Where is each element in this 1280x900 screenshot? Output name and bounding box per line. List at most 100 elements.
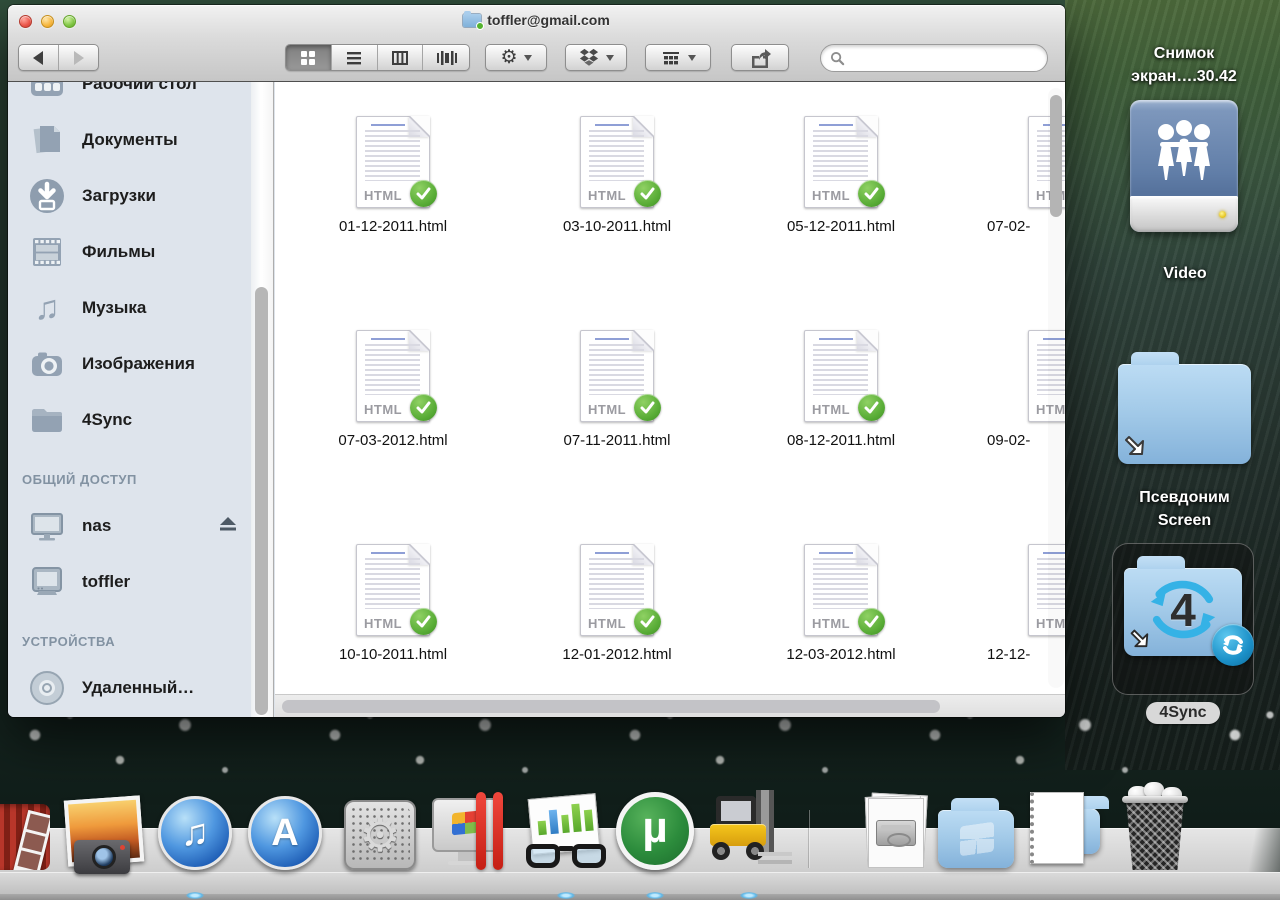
sidebar-item-downloads[interactable]: Загрузки	[8, 168, 251, 224]
sidebar-item-nas[interactable]: nas	[8, 498, 251, 554]
file-name: 07-03-2012.html	[281, 432, 505, 449]
hard-drive-icon	[876, 820, 916, 846]
sync-ok-badge	[858, 394, 885, 421]
blue-folder-icon	[1118, 364, 1251, 464]
file-item[interactable]: HTML 03-10-2011.html	[505, 116, 729, 238]
html-file-icon: HTML	[356, 544, 430, 636]
sidebar-label: nas	[82, 516, 111, 536]
horizontal-scrollbar-track[interactable]	[275, 694, 1065, 717]
sync-ok-badge	[634, 608, 661, 635]
forward-button[interactable]	[59, 45, 99, 70]
dock-windows-folder[interactable]	[938, 810, 1014, 870]
sidebar-label: Изображения	[82, 354, 195, 374]
column-view-button[interactable]	[378, 45, 424, 70]
sidebar-item-4sync[interactable]: 4Sync	[8, 392, 251, 448]
sync-badge-mini	[476, 22, 484, 30]
dock-performance-app[interactable]	[524, 796, 608, 870]
sidebar-item-movies[interactable]: Фильмы	[8, 224, 251, 280]
icon-view-button[interactable]	[286, 45, 332, 70]
sidebar-label: Загрузки	[82, 186, 156, 206]
sidebar-item-documents[interactable]: Документы	[8, 112, 251, 168]
running-indicator-utorrent	[646, 892, 664, 899]
file-browser-content: HTML 01-12-2011.html HTML 03-10-2011.htm…	[275, 82, 1065, 694]
sidebar-item-music[interactable]: ♫ Музыка	[8, 280, 251, 336]
dock-photo-booth[interactable]	[0, 804, 50, 870]
sidebar-scrollbar-track[interactable]	[251, 82, 274, 717]
file-name: 01-12-2011.html	[281, 218, 505, 235]
html-file-icon: HTML	[580, 544, 654, 636]
sidebar-scrollbar-thumb[interactable]	[255, 287, 268, 715]
photo-strip-icon	[12, 810, 50, 870]
disc-icon	[24, 665, 70, 711]
alias-label-line2: Screen	[1112, 509, 1257, 532]
search-input[interactable]	[850, 51, 1030, 66]
dock-trash-full[interactable]	[1116, 784, 1196, 874]
music-icon: ♫	[24, 285, 70, 331]
sidebar-item-pictures[interactable]: Изображения	[8, 336, 251, 392]
coverflow-view-button[interactable]	[423, 45, 469, 70]
dock-itunes[interactable]: ♫	[158, 796, 232, 870]
sidebar-label: Документы	[82, 130, 178, 150]
eject-button[interactable]	[219, 516, 237, 537]
back-button[interactable]	[19, 45, 59, 70]
file-item[interactable]: HTML 05-12-2011.html	[729, 116, 953, 238]
dock-stack-disk-docs[interactable]	[862, 794, 930, 870]
file-item[interactable]: HTML 12-01-2012.html	[505, 544, 729, 666]
desktop-icon-screen-alias[interactable]: Псевдоним Screen	[1112, 350, 1257, 532]
dock-stack-dropbox-doc[interactable]	[1028, 792, 1100, 870]
sidebar-item-toffler[interactable]: toffler	[8, 554, 251, 610]
dock-system-preferences[interactable]: ⚙	[344, 800, 416, 870]
drive-led	[1219, 211, 1226, 218]
chevron-down-icon	[688, 55, 696, 65]
search-field[interactable]	[820, 44, 1048, 72]
sidebar-section-devices: УСТРОЙСТВА	[22, 634, 251, 660]
dock-divider	[808, 810, 809, 868]
file-name: 12-01-2012.html	[505, 646, 729, 663]
html-file-icon: HTML	[580, 330, 654, 422]
sidebar-label: Музыка	[82, 298, 146, 318]
file-item[interactable]: HTML 01-12-2011.html	[281, 116, 505, 238]
desktop-icon-4sync[interactable]: 4 4Sync	[1112, 543, 1254, 724]
dock-iphoto[interactable]	[66, 798, 142, 870]
share-button[interactable]	[731, 44, 789, 71]
sidebar-label: toffler	[82, 572, 130, 592]
horizontal-scrollbar-thumb[interactable]	[282, 700, 940, 713]
dock-shelf-front	[0, 872, 1280, 894]
content-scrollbar-thumb[interactable]	[1050, 95, 1062, 217]
list-view-button[interactable]	[332, 45, 378, 70]
content-scrollbar-track[interactable]	[1048, 88, 1064, 688]
toolbar: ⚙	[8, 35, 1065, 82]
search-icon	[830, 51, 845, 66]
windows-logo-icon	[960, 822, 994, 857]
dock-parallels-desktop[interactable]	[432, 798, 512, 870]
html-file-icon: HTML	[356, 330, 430, 422]
music-note-icon: ♫	[181, 814, 210, 852]
desktop-icon-video-drive[interactable]: Video	[1130, 100, 1240, 285]
action-menu-button[interactable]: ⚙	[485, 44, 547, 71]
arrange-menu-button[interactable]	[645, 44, 711, 71]
file-item[interactable]: HTML 07-03-2012.html	[281, 330, 505, 452]
sidebar-item-desktop[interactable]: Рабочий стол	[8, 82, 251, 112]
file-name: 12-03-2012.html	[729, 646, 953, 663]
forklift-cab	[716, 796, 756, 826]
sync-badge-icon	[1212, 624, 1254, 666]
dock-forklift[interactable]	[706, 790, 792, 870]
dock-utorrent[interactable]: µ	[616, 792, 694, 870]
forward-icon	[74, 51, 91, 65]
utorrent-mu-icon: µ	[642, 808, 667, 848]
file-item[interactable]: HTML 07-11-2011.html	[505, 330, 729, 452]
titlebar[interactable]: toffler@gmail.com	[8, 5, 1065, 35]
file-item[interactable]: HTML 10-10-2011.html	[281, 544, 505, 666]
proxy-folder-icon[interactable]	[463, 14, 481, 27]
running-indicator-performance-app	[557, 892, 575, 899]
shared-users-icon	[1130, 104, 1238, 194]
list-view-icon	[344, 48, 364, 68]
file-item[interactable]: HTML 08-12-2011.html	[729, 330, 953, 452]
file-item[interactable]: HTML 12-03-2012.html	[729, 544, 953, 666]
sidebar-label: Удаленный…	[82, 678, 194, 698]
dock-app-store[interactable]: A	[248, 796, 322, 870]
desktop-icon-screenshot[interactable]: Снимок экран….30.42	[1098, 42, 1270, 88]
html-file-icon: HTML	[804, 544, 878, 636]
sidebar-item-remote-disc[interactable]: Удаленный…	[8, 660, 251, 716]
dropbox-menu-button[interactable]	[565, 44, 627, 71]
